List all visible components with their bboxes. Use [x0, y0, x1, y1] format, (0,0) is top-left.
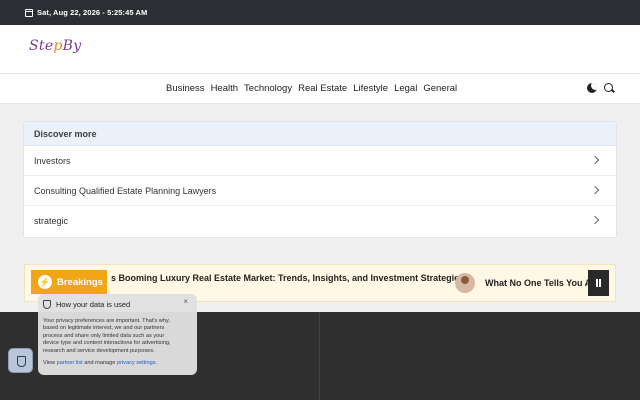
lightning-icon: ⚡ [38, 275, 52, 289]
ticker-headline[interactable]: What No One Tells You Ab [485, 278, 597, 288]
site-header: StepBy [0, 25, 640, 74]
nav-item-technology[interactable]: Technology [244, 83, 292, 94]
consent-body: Your privacy preferences are important. … [43, 318, 171, 354]
chevron-right-icon [590, 155, 600, 165]
discover-item-label: strategic [34, 216, 69, 226]
consent-title: How your data is used [56, 299, 131, 309]
chevron-right-icon [590, 215, 600, 225]
chevron-right-icon [590, 185, 600, 195]
headline-thumbnail [455, 273, 475, 293]
top-bar: Sat, Aug 22, 2026 - 5:25:45 AM [0, 0, 640, 25]
breaking-label: Breakings [57, 276, 103, 288]
nav-item-real-estate[interactable]: Real Estate [298, 83, 347, 94]
current-date: Sat, Aug 22, 2026 - 5:25:45 AM [37, 8, 148, 17]
footer-divider [319, 312, 320, 400]
privacy-consent-popup: How your data is used × Your privacy pre… [38, 294, 197, 375]
discover-item-investors[interactable]: Investors [24, 146, 616, 176]
ticker-headline[interactable]: s Booming Luxury Real Estate Market: Tre… [111, 273, 464, 283]
discover-item-label: Consulting Qualified Estate Planning Law… [34, 185, 217, 196]
privacy-settings-link[interactable]: privacy settings [117, 360, 156, 366]
main-navigation: Business Health Technology Real Estate L… [0, 74, 640, 104]
discover-item-label: Investors [34, 155, 71, 166]
nav-item-lifestyle[interactable]: Lifestyle [353, 83, 388, 94]
close-icon[interactable]: × [183, 297, 188, 306]
pause-button[interactable] [588, 270, 609, 296]
partner-list-link[interactable]: partner list [57, 360, 83, 366]
discover-more-panel: Discover more Investors Consulting Quali… [23, 121, 617, 238]
discover-more-title: Discover more [24, 122, 616, 146]
discover-item-strategic[interactable]: strategic [24, 206, 616, 236]
nav-item-health[interactable]: Health [211, 83, 238, 94]
nav-item-business[interactable]: Business [166, 83, 205, 94]
search-icon[interactable] [604, 83, 613, 92]
nav-item-legal[interactable]: Legal [394, 83, 417, 94]
dark-mode-toggle-icon[interactable] [587, 83, 597, 93]
nav-item-general[interactable]: General [423, 83, 457, 94]
breaking-news-badge: ⚡ Breakings [31, 270, 107, 294]
site-logo[interactable]: StepBy [29, 38, 81, 54]
calendar-icon [25, 8, 33, 17]
consent-footer: View partner list and manage privacy set… [43, 360, 158, 367]
privacy-settings-button[interactable] [8, 348, 33, 373]
shield-icon [43, 299, 51, 309]
discover-item-lawyers[interactable]: Consulting Qualified Estate Planning Law… [24, 176, 616, 206]
